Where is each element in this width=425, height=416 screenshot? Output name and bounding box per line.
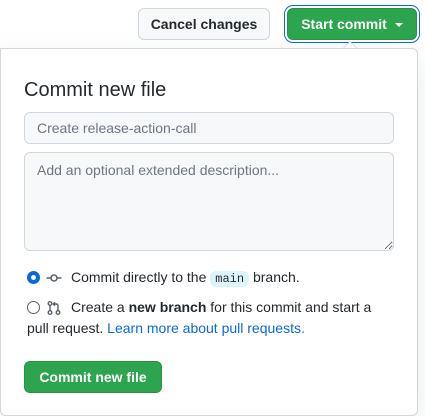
commit-direct-text-before: Commit directly to the (71, 269, 207, 285)
caret-down-icon (394, 23, 403, 27)
git-commit-icon (46, 274, 62, 282)
new-branch-text-before: Create a (71, 299, 125, 315)
new-branch-pr-text: pull request. (27, 320, 104, 336)
commit-summary-input[interactable] (24, 112, 394, 144)
new-branch-radio[interactable] (27, 301, 40, 314)
cancel-changes-label: Cancel changes (150, 16, 258, 32)
dropdown-arrow-inner (344, 42, 356, 48)
dialog-title: Commit new file (24, 79, 167, 101)
commit-description-textarea[interactable] (24, 152, 394, 251)
commit-dialog: Commit new file Commit directly to the m… (0, 48, 418, 416)
learn-more-pull-requests-link[interactable]: Learn more about pull requests. (107, 320, 305, 336)
commit-new-file-label: Commit new file (39, 369, 147, 385)
new-branch-text-line2: pull request. Learn more about pull requ… (27, 318, 387, 339)
commit-direct-option[interactable]: Commit directly to the main branch. (27, 267, 407, 290)
git-pull-request-icon (47, 301, 61, 315)
commit-new-file-button[interactable]: Commit new file (24, 361, 162, 393)
commit-direct-radio[interactable] (27, 271, 40, 284)
start-commit-label: Start commit (301, 16, 387, 32)
new-branch-bold: new branch (128, 299, 207, 315)
cancel-changes-button[interactable]: Cancel changes (138, 8, 270, 40)
new-branch-text-after: for this commit and start a (210, 299, 372, 315)
new-branch-option[interactable]: Create a new branch for this commit and … (27, 297, 387, 339)
commit-direct-text: Commit directly to the main branch. (71, 267, 407, 290)
top-bar: Cancel changes Start commit (0, 0, 425, 48)
start-commit-button[interactable]: Start commit (287, 8, 417, 40)
branch-name-badge: main (210, 271, 250, 287)
commit-direct-text-after: branch. (252, 269, 300, 285)
new-branch-text: Create a new branch for this commit and … (27, 297, 387, 339)
